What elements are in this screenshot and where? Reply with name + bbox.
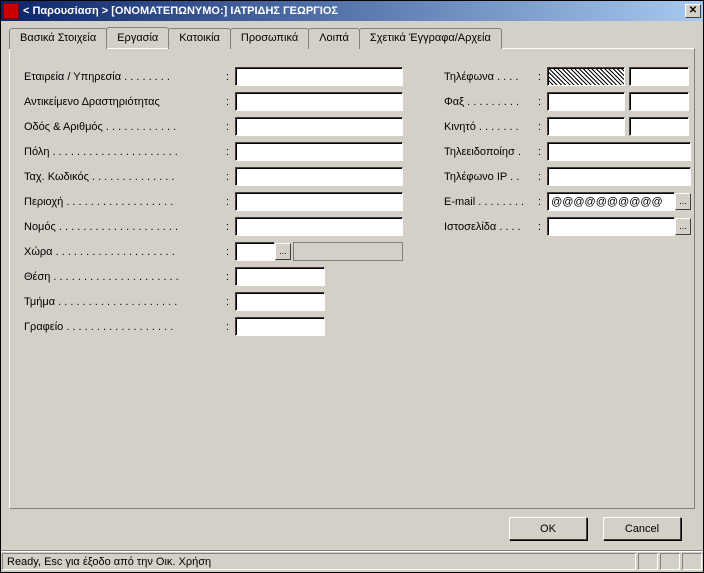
label-county: Νομός . . . . . . . . . . . . . . . . . … (24, 221, 224, 233)
label-ipphone: Τηλέφωνο IP . . (444, 171, 536, 183)
country-code-input[interactable] (235, 242, 275, 261)
row-website: Ιστοσελίδα . . . . : ... (444, 217, 694, 236)
label-street: Οδός & Αριθμός . . . . . . . . . . . . (24, 121, 224, 133)
tab-documents[interactable]: Σχετικά Έγγραφα/Αρχεία (359, 28, 502, 49)
mobile1-input[interactable] (547, 117, 625, 136)
city-input[interactable] (235, 142, 403, 161)
website-lookup-button[interactable]: ... (675, 218, 691, 235)
row-position: Θέση . . . . . . . . . . . . . . . . . .… (24, 267, 424, 286)
status-pane-3 (682, 553, 702, 570)
fax1-input[interactable] (547, 92, 625, 111)
status-pane-2 (660, 553, 680, 570)
row-phones: Τηλέφωνα . . . . : (444, 67, 694, 86)
label-pager: Τηλεειδοποίησ . (444, 146, 536, 158)
label-office: Γραφείο . . . . . . . . . . . . . . . . … (24, 321, 224, 333)
tab-personal[interactable]: Προσωπικά (230, 28, 309, 49)
label-country: Χώρα . . . . . . . . . . . . . . . . . .… (24, 246, 224, 258)
label-city: Πόλη . . . . . . . . . . . . . . . . . .… (24, 146, 224, 158)
label-company: Εταιρεία / Υπηρεσία . . . . . . . . (24, 71, 224, 83)
row-dept: Τμήμα . . . . . . . . . . . . . . . . . … (24, 292, 424, 311)
tabstrip: Βασικά Στοιχεία Εργασία Κατοικία Προσωπι… (9, 27, 695, 48)
label-mobile: Κινητό . . . . . . . (444, 121, 536, 133)
county-input[interactable] (235, 217, 403, 236)
tab-home[interactable]: Κατοικία (168, 28, 231, 49)
right-column: Τηλέφωνα . . . . : Φαξ . . . . . . . . .… (444, 67, 694, 342)
label-activity: Αντικείμενο Δραστηριότητας (24, 96, 224, 108)
email-lookup-button[interactable]: ... (675, 193, 691, 210)
row-email: E-mail . . . . . . . . : ... (444, 192, 694, 211)
row-activity: Αντικείμενο Δραστηριότητας : (24, 92, 424, 111)
row-street: Οδός & Αριθμός . . . . . . . . . . . . : (24, 117, 424, 136)
street-input[interactable] (235, 117, 403, 136)
row-postcode: Ταχ. Κωδικός . . . . . . . . . . . . . .… (24, 167, 424, 186)
form-area: Εταιρεία / Υπηρεσία . . . . . . . . : Αν… (24, 67, 680, 342)
row-county: Νομός . . . . . . . . . . . . . . . . . … (24, 217, 424, 236)
titlebar: < Παρουσίαση > [ΟΝΟΜΑΤΕΠΩΝΥΜΟ:] ΙΑΤΡΙΔΗΣ… (1, 1, 703, 21)
website-input[interactable] (547, 217, 675, 236)
row-city: Πόλη . . . . . . . . . . . . . . . . . .… (24, 142, 424, 161)
label-postcode: Ταχ. Κωδικός . . . . . . . . . . . . . . (24, 171, 224, 183)
status-pane-1 (638, 553, 658, 570)
dialog-buttons: OK Cancel (9, 509, 695, 550)
region-input[interactable] (235, 192, 403, 211)
activity-input[interactable] (235, 92, 403, 111)
ok-button[interactable]: OK (509, 517, 587, 540)
row-mobile: Κινητό . . . . . . . : (444, 117, 694, 136)
pager-input[interactable] (547, 142, 691, 161)
label-email: E-mail . . . . . . . . (444, 196, 536, 208)
row-ipphone: Τηλέφωνο IP . . : (444, 167, 694, 186)
dept-input[interactable] (235, 292, 325, 311)
status-text: Ready, Esc για έξοδο από την Οικ. Χρήση (2, 553, 636, 570)
label-position: Θέση . . . . . . . . . . . . . . . . . .… (24, 271, 224, 283)
country-lookup-button[interactable]: ... (275, 243, 291, 260)
tab-basic[interactable]: Βασικά Στοιχεία (9, 28, 107, 49)
company-input[interactable] (235, 67, 403, 86)
office-input[interactable] (235, 317, 325, 336)
position-input[interactable] (235, 267, 325, 286)
row-office: Γραφείο . . . . . . . . . . . . . . . . … (24, 317, 424, 336)
label-dept: Τμήμα . . . . . . . . . . . . . . . . . … (24, 296, 224, 308)
label-fax: Φαξ . . . . . . . . . (444, 96, 536, 108)
postcode-input[interactable] (235, 167, 403, 186)
label-website: Ιστοσελίδα . . . . (444, 221, 536, 233)
cancel-button[interactable]: Cancel (603, 517, 681, 540)
label-phones: Τηλέφωνα . . . . (444, 71, 536, 83)
phone2-input[interactable] (629, 67, 689, 86)
tab-other[interactable]: Λοιπά (308, 28, 360, 49)
row-pager: Τηλεειδοποίησ . : (444, 142, 694, 161)
client-area: Βασικά Στοιχεία Εργασία Κατοικία Προσωπι… (1, 21, 703, 550)
ipphone-input[interactable] (547, 167, 691, 186)
left-column: Εταιρεία / Υπηρεσία . . . . . . . . : Αν… (24, 67, 424, 342)
fax2-input[interactable] (629, 92, 689, 111)
window: < Παρουσίαση > [ΟΝΟΜΑΤΕΠΩΝΥΜΟ:] ΙΑΤΡΙΔΗΣ… (0, 0, 704, 573)
row-company: Εταιρεία / Υπηρεσία . . . . . . . . : (24, 67, 424, 86)
row-fax: Φαξ . . . . . . . . . : (444, 92, 694, 111)
tab-work[interactable]: Εργασία (106, 27, 169, 48)
tab-panel-work: Εταιρεία / Υπηρεσία . . . . . . . . : Αν… (9, 48, 695, 509)
country-desc-input (293, 242, 403, 261)
label-region: Περιοχή . . . . . . . . . . . . . . . . … (24, 196, 224, 208)
row-region: Περιοχή . . . . . . . . . . . . . . . . … (24, 192, 424, 211)
app-icon (3, 3, 19, 19)
mobile2-input[interactable] (629, 117, 689, 136)
window-title: < Παρουσίαση > [ΟΝΟΜΑΤΕΠΩΝΥΜΟ:] ΙΑΤΡΙΔΗΣ… (23, 5, 685, 17)
statusbar: Ready, Esc για έξοδο από την Οικ. Χρήση (1, 550, 703, 572)
row-country: Χώρα . . . . . . . . . . . . . . . . . .… (24, 242, 424, 261)
phone1-input[interactable] (547, 67, 625, 86)
close-button[interactable]: ✕ (685, 4, 701, 18)
email-input[interactable] (547, 192, 675, 211)
